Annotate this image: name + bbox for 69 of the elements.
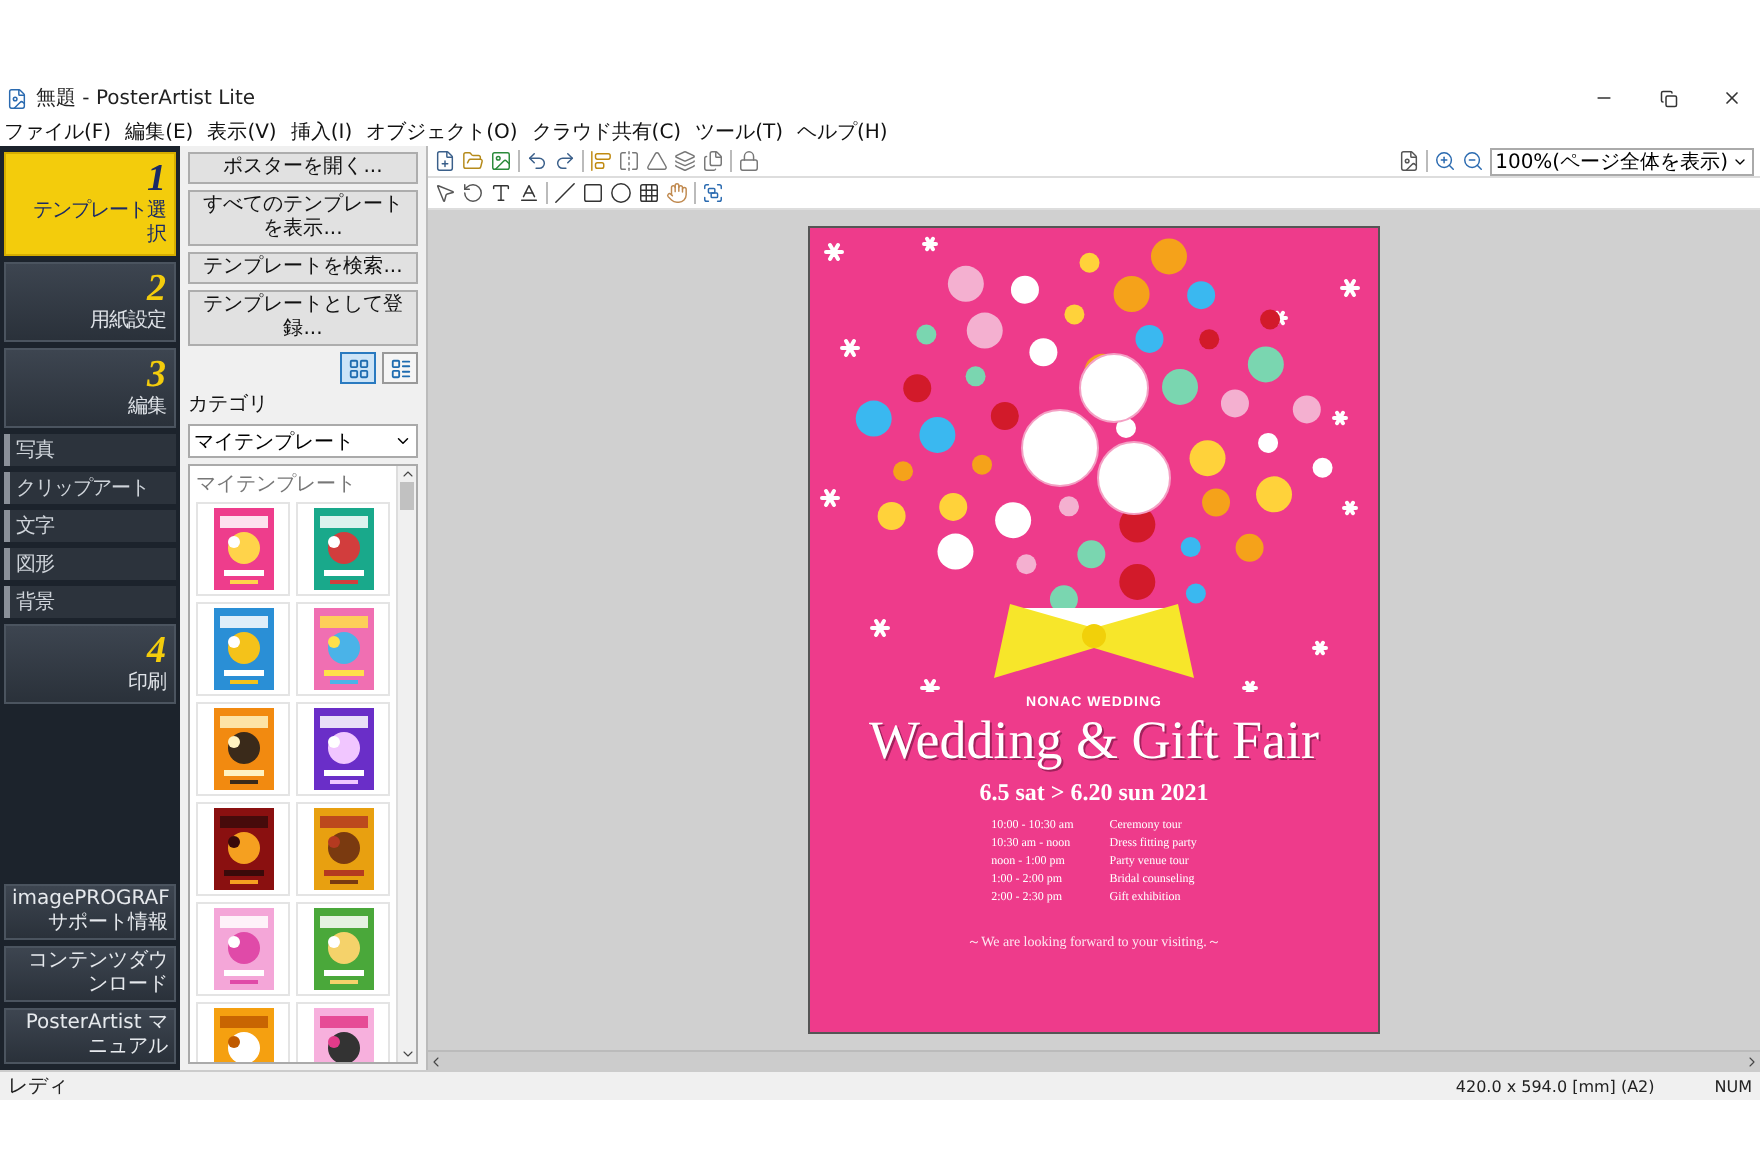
link-button[interactable]: PosterArtist マニュアル — [4, 1008, 176, 1064]
pages-icon[interactable] — [702, 150, 724, 172]
ellipse-icon[interactable] — [610, 182, 632, 204]
poster-title: Wedding & Gift Fair — [868, 710, 1320, 772]
undo-icon[interactable] — [526, 150, 548, 172]
category-label: カテゴリ — [188, 392, 270, 418]
menu-item[interactable]: ツール(T) — [695, 117, 784, 145]
paper-size: 420.0 x 594.0 [mm] (A2) — [1455, 1077, 1655, 1095]
status-message: レディ — [8, 1074, 68, 1100]
new-file-icon[interactable] — [434, 150, 456, 172]
category-dropdown[interactable]: マイテンプレート — [188, 424, 418, 458]
group-icon[interactable] — [702, 182, 724, 204]
menu-item[interactable]: 表示(V) — [207, 117, 277, 145]
panel-button[interactable]: ポスターを開く... — [188, 152, 418, 184]
link-button[interactable]: imagePROGRAF サポート情報 — [4, 884, 176, 940]
flip-icon[interactable] — [618, 150, 640, 172]
scroll-up-icon[interactable] — [399, 466, 415, 482]
image-icon[interactable] — [490, 150, 512, 172]
line-icon[interactable] — [554, 182, 576, 204]
panel-button[interactable]: テンプレートとして登録... — [188, 290, 418, 346]
sub-menu-item[interactable]: 文字 — [4, 510, 176, 542]
menu-item[interactable]: ヘルプ(H) — [797, 117, 888, 145]
menu-item[interactable]: ファイル(F) — [4, 117, 112, 145]
menu-item[interactable]: クラウド共有(C) — [531, 117, 682, 145]
menu-item[interactable]: 編集(E) — [125, 117, 194, 145]
triangle-icon[interactable] — [646, 150, 668, 172]
folder-icon[interactable] — [462, 150, 484, 172]
rectangle-icon[interactable] — [582, 182, 604, 204]
scroll-right-icon[interactable] — [1744, 1053, 1760, 1069]
link-button[interactable]: コンテンツダウンロード — [4, 946, 176, 1002]
restore-icon — [1659, 89, 1677, 107]
zoom-in-icon[interactable] — [1433, 150, 1456, 172]
caret-icon — [394, 432, 412, 450]
app-icon[interactable] — [6, 87, 28, 109]
zoom-dropdown[interactable]: 100%(ページ全体を表示) — [1489, 147, 1754, 175]
lock-icon[interactable] — [738, 150, 760, 172]
menu-item[interactable]: 挿入(I) — [290, 117, 353, 145]
menu-item[interactable]: オブジェクト(O) — [366, 117, 518, 145]
scroll-left-icon[interactable] — [428, 1053, 444, 1069]
panel-button[interactable]: すべてのテンプレートを表示... — [188, 190, 418, 246]
list-header: マイテンプレート — [196, 471, 358, 498]
grid-view-icon — [347, 357, 369, 379]
poster-dates: 6.5 sat > 6.20 sun 2021 — [979, 778, 1209, 808]
step-button[interactable]: 1 テンプレート選択 — [4, 152, 176, 256]
num-lock-indicator: NUM — [1714, 1077, 1752, 1095]
sub-menu-item[interactable]: 写真 — [4, 434, 176, 466]
rotate-icon[interactable] — [462, 182, 484, 204]
view-mode-button[interactable] — [340, 352, 376, 384]
redo-icon[interactable] — [554, 150, 576, 172]
close-icon — [1722, 88, 1742, 108]
layers-icon[interactable] — [674, 150, 696, 172]
scrollbar-thumb[interactable] — [400, 482, 414, 510]
zoom-out-icon[interactable] — [1461, 150, 1484, 172]
pointer-icon[interactable] — [434, 182, 456, 204]
step-button[interactable]: 4 印刷 — [4, 624, 176, 704]
step-button[interactable]: 2 用紙設定 — [4, 262, 176, 342]
page-icon[interactable] — [1397, 150, 1420, 172]
step-button[interactable]: 3 編集 — [4, 348, 176, 428]
view-mode-button[interactable] — [382, 352, 418, 384]
scroll-down-icon[interactable] — [399, 1046, 415, 1062]
sub-menu-item[interactable]: 図形 — [4, 548, 176, 580]
list-view-icon — [389, 357, 411, 379]
grid-icon[interactable] — [638, 182, 660, 204]
sub-menu-item[interactable]: 背景 — [4, 586, 176, 618]
text-icon[interactable] — [490, 182, 512, 204]
panel-button[interactable]: テンプレートを検索... — [188, 252, 418, 284]
window-title: 無題 - PosterArtist Lite — [36, 86, 258, 112]
align-icon[interactable] — [590, 150, 612, 172]
sub-menu-item[interactable]: クリップアート — [4, 472, 176, 504]
